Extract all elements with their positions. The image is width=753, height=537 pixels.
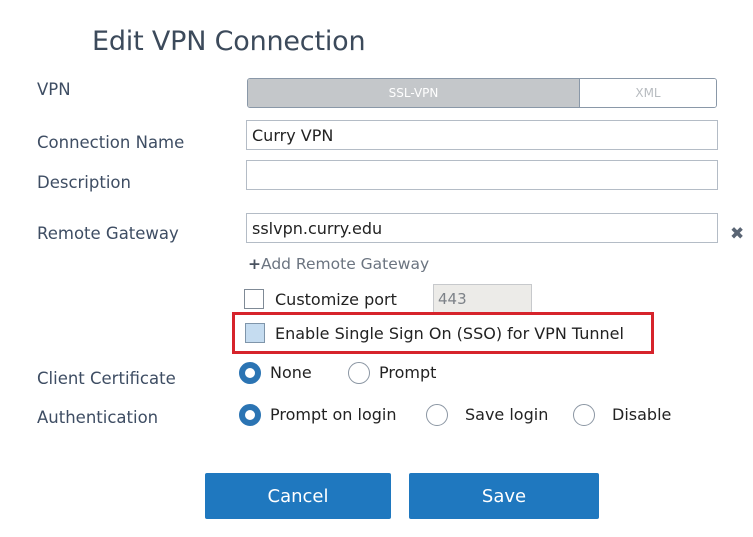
remove-gateway-icon[interactable]: ✖ [730,224,744,244]
add-remote-gateway-text: Add Remote Gateway [261,255,430,273]
auth-prompt-radio[interactable] [239,404,261,426]
remote-gateway-label: Remote Gateway [37,224,179,243]
edit-vpn-dialog: Edit VPN Connection VPN SSL-VPN XML Conn… [8,6,745,531]
sso-checkbox[interactable] [245,323,265,343]
auth-prompt-label: Prompt on login [270,405,397,424]
description-label: Description [37,173,131,192]
dialog-title: Edit VPN Connection [92,26,366,57]
auth-disable-radio[interactable] [573,404,595,426]
description-input[interactable] [246,160,718,190]
cancel-button[interactable]: Cancel [205,473,391,519]
client-cert-prompt-radio[interactable] [348,362,370,384]
save-button[interactable]: Save [409,473,599,519]
auth-disable-label: Disable [612,405,672,424]
connection-name-input[interactable] [246,120,718,150]
client-cert-none-label: None [270,363,312,382]
add-remote-gateway-link[interactable]: +Add Remote Gateway [248,255,429,273]
customize-port-label: Customize port [275,290,397,309]
auth-save-label: Save login [465,405,549,424]
customize-port-checkbox[interactable] [244,289,264,309]
plus-icon: + [248,255,261,273]
port-input[interactable]: 443 [433,284,532,314]
authentication-label: Authentication [37,408,159,427]
connection-name-label: Connection Name [37,133,185,152]
vpn-label: VPN [37,80,71,99]
vpn-option-xml[interactable]: XML [579,79,716,107]
vpn-option-ssl[interactable]: SSL-VPN [248,79,579,107]
sso-label: Enable Single Sign On (SSO) for VPN Tunn… [275,324,624,343]
vpn-type-toggle: SSL-VPN XML [247,78,717,108]
auth-save-radio[interactable] [426,404,448,426]
client-certificate-label: Client Certificate [37,369,176,388]
client-cert-none-radio[interactable] [239,362,261,384]
remote-gateway-input[interactable] [246,213,718,243]
client-cert-prompt-label: Prompt [379,363,437,382]
